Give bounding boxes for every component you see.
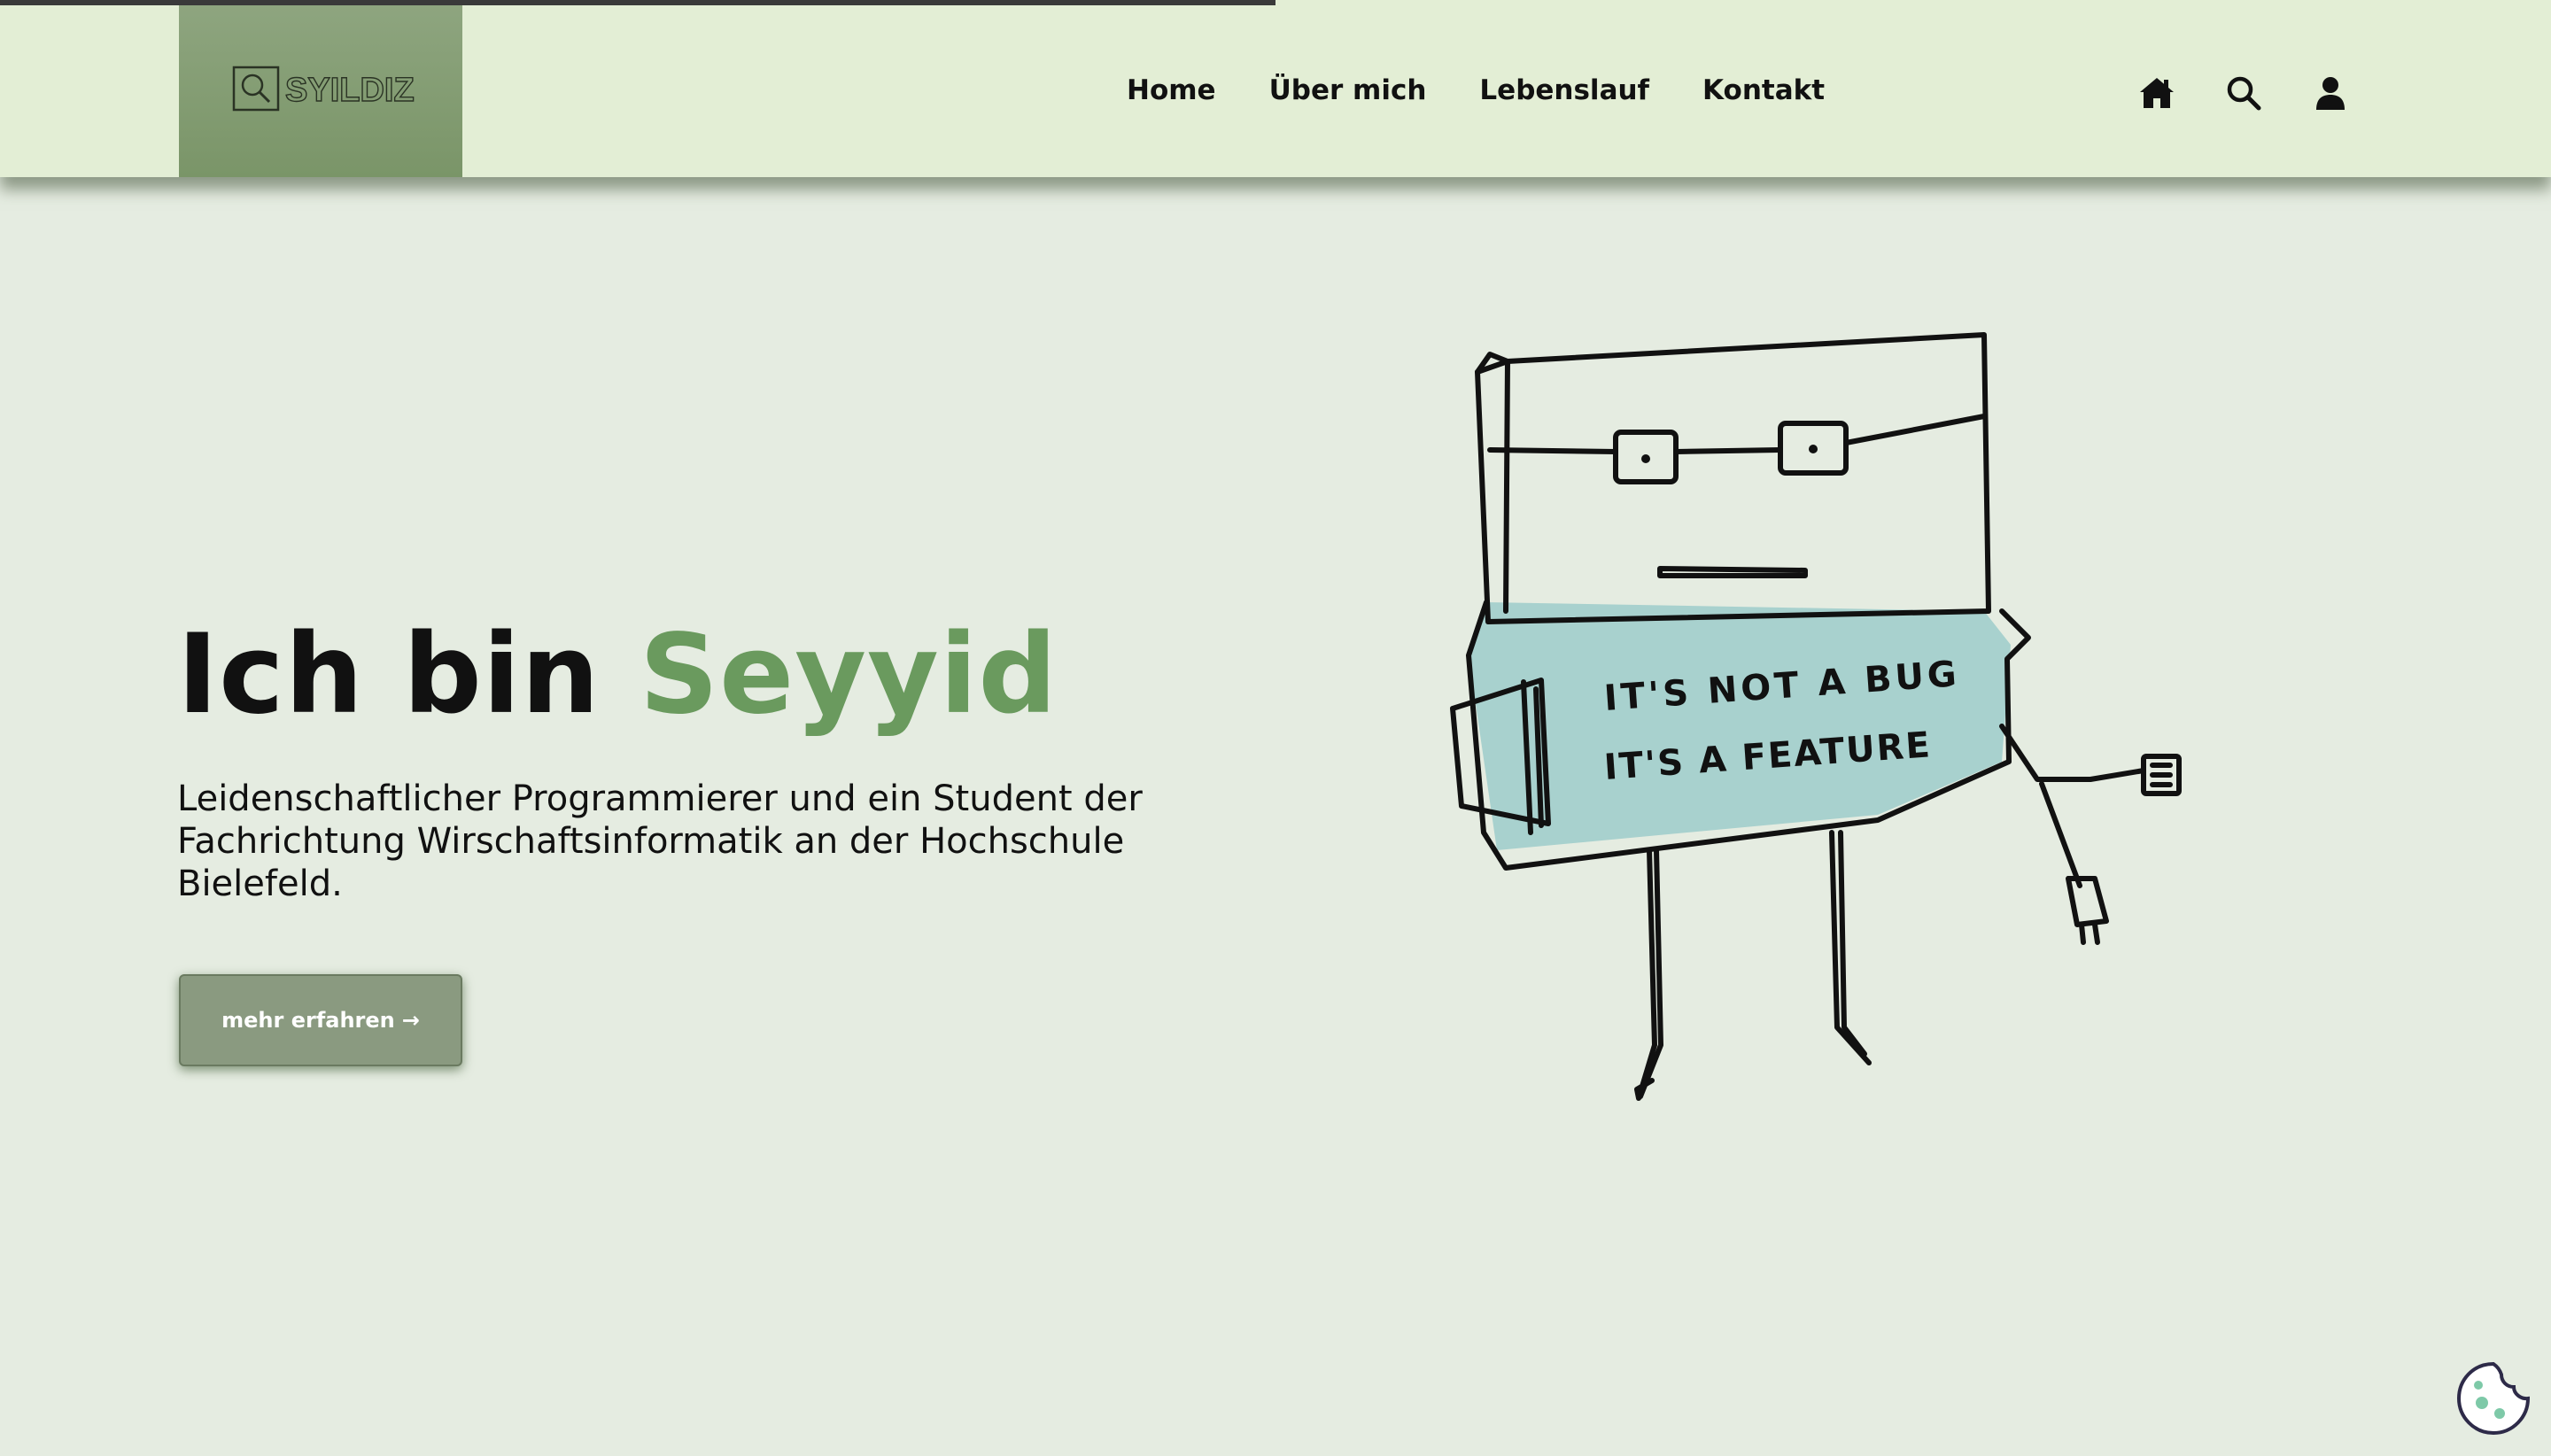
hero-title: Ich bin Seyyid bbox=[177, 611, 1058, 739]
reading-progress-fill bbox=[0, 0, 1276, 5]
hero-title-prefix: Ich bin bbox=[177, 611, 640, 739]
hero-description: Leidenschaftlicher Programmierer und ein… bbox=[177, 778, 1143, 904]
robot-illustration: IT'S NOT A BUG IT'S A FEATURE bbox=[1450, 332, 2182, 1101]
logo-mark-icon: SYILDIZ bbox=[232, 66, 415, 112]
nav-cv[interactable]: Lebenslauf bbox=[1479, 74, 1649, 106]
arrow-right-icon: → bbox=[401, 1008, 420, 1033]
nav-home[interactable]: Home bbox=[1127, 74, 1216, 106]
robot-head bbox=[1475, 332, 1991, 624]
learn-more-button[interactable]: mehr erfahren → bbox=[179, 974, 462, 1066]
main-nav: Home Über mich Lebenslauf Kontakt bbox=[1127, 74, 1825, 106]
learn-more-label: mehr erfahren bbox=[221, 1008, 395, 1033]
search-icon[interactable] bbox=[2225, 74, 2262, 112]
hero-title-name: Seyyid bbox=[639, 611, 1058, 739]
user-icon[interactable] bbox=[2312, 74, 2349, 112]
logo-text: SYILDIZ bbox=[285, 72, 415, 109]
header-icons bbox=[2138, 74, 2349, 112]
nav-about[interactable]: Über mich bbox=[1269, 74, 1427, 106]
logo[interactable]: SYILDIZ bbox=[179, 5, 462, 177]
cookie-settings-icon[interactable] bbox=[2455, 1360, 2532, 1440]
home-icon[interactable] bbox=[2138, 74, 2175, 112]
site-header: SYILDIZ Home Über mich Lebenslauf Kontak… bbox=[0, 5, 2551, 177]
reading-progress-bar bbox=[0, 0, 2551, 5]
nav-contact[interactable]: Kontakt bbox=[1702, 74, 1825, 106]
